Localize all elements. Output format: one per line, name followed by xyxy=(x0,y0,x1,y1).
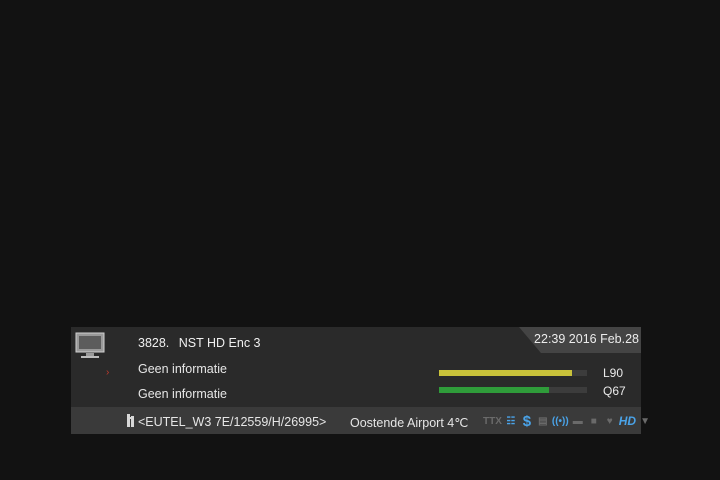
scrambled-icon: $ xyxy=(522,412,532,430)
ttx-icon: TTX xyxy=(483,415,502,427)
hd-icon: HD xyxy=(618,414,637,428)
weather-info: Oostende Airport 4℃ xyxy=(350,416,469,430)
signal-level-bar xyxy=(439,370,587,376)
subtitle-icon: ☷ xyxy=(506,415,516,427)
epg-now: Geen informatie xyxy=(138,362,227,376)
datetime: 22:39 2016 Feb.28 xyxy=(534,332,639,346)
signal-level-fill xyxy=(439,370,573,376)
epg-next: Geen informatie xyxy=(138,387,227,401)
signal-quality-fill xyxy=(439,387,549,393)
favorite-icon: ♥ xyxy=(606,415,613,427)
wifi-icon: ▼ xyxy=(640,415,651,427)
epg-icon: ▤ xyxy=(538,415,548,427)
lock-icon: ■ xyxy=(590,415,597,427)
signal-quality-label: Q67 xyxy=(603,384,626,398)
status-bar: <EUTEL_W3 7E/12559/H/26995> Oostende Air… xyxy=(71,407,650,434)
channel-name: NST HD Enc 3 xyxy=(178,336,261,350)
antenna-icon xyxy=(127,414,134,427)
signal-level-label: L90 xyxy=(603,366,624,380)
transponder-info: <EUTEL_W3 7E/12559/H/26995> xyxy=(138,415,327,429)
status-icons: TTX ☷ $ ▤ ((•)) ▬ ■ ♥ HD ▼ xyxy=(483,412,652,430)
channel-infobar: 22:39 2016 Feb.28 3828. NST HD Enc 3 › G… xyxy=(71,327,641,407)
channel-number: 3828. xyxy=(138,336,170,350)
epg-current-arrow-icon: › xyxy=(106,367,110,378)
tv-icon xyxy=(75,332,105,358)
hdd-icon: ▬ xyxy=(572,415,583,427)
channel-title: 3828. NST HD Enc 3 xyxy=(138,336,261,350)
signal-wave-icon: ((•)) xyxy=(551,415,569,427)
signal-quality-bar xyxy=(439,387,587,393)
